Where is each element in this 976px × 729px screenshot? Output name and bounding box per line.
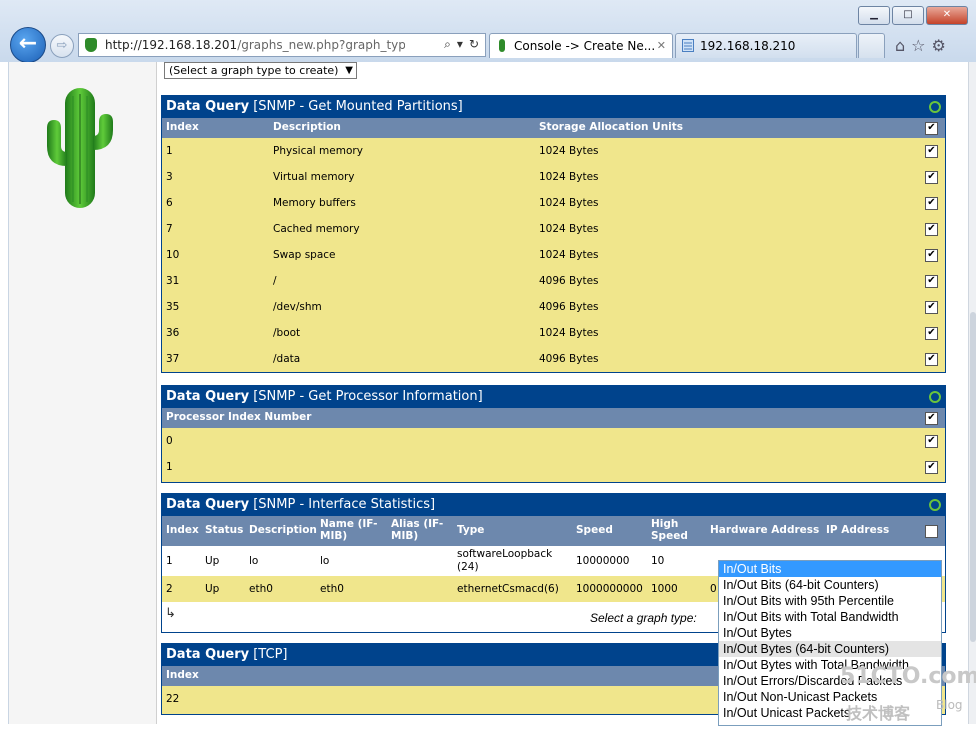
row-checkbox[interactable]: ✔	[925, 353, 938, 366]
section-processor-information: Data Query [SNMP - Get Processor Informa…	[161, 385, 946, 483]
table-row[interactable]: 1 ✔	[162, 454, 945, 480]
maximize-button[interactable]: □	[892, 6, 924, 25]
row-checkbox[interactable]: ✔	[925, 145, 938, 158]
column-header-row: Index Status Description Name (IF-MIB) A…	[162, 516, 945, 546]
refresh-icon[interactable]: ↻	[469, 37, 479, 52]
table-row[interactable]: 37/data 4096 Bytes ✔	[162, 346, 945, 372]
close-tab-icon[interactable]: ✕	[657, 34, 666, 58]
graph-type-option[interactable]: In/Out Bytes (64-bit Counters)	[719, 641, 941, 657]
cacti-logo-icon	[47, 88, 113, 208]
action-arrow-icon: ↳	[165, 606, 176, 621]
refresh-ring-icon[interactable]	[929, 391, 941, 403]
select-all-checkbox[interactable]	[925, 525, 938, 538]
section-header: Data Query [SNMP - Get Mounted Partition…	[162, 96, 945, 118]
page-tab-icon	[682, 39, 694, 52]
table-row[interactable]: 10 Swap space 1024 Bytes ✔	[162, 242, 945, 268]
row-checkbox[interactable]: ✔	[925, 435, 938, 448]
table-row[interactable]: 35/dev/shm 4096 Bytes ✔	[162, 294, 945, 320]
refresh-ring-icon[interactable]	[929, 499, 941, 511]
back-button[interactable]: ←	[10, 27, 46, 63]
cacti-favicon-icon	[85, 38, 97, 52]
section-header: Data Query [SNMP - Get Processor Informa…	[162, 386, 945, 408]
left-navigation-panel	[9, 62, 157, 724]
cacti-tab-icon	[499, 39, 505, 52]
refresh-ring-icon[interactable]	[929, 101, 941, 113]
section-header: Data Query [SNMP - Interface Statistics]	[162, 494, 945, 516]
address-url[interactable]: http://192.168.18.201/graphs_new.php?gra…	[105, 38, 405, 52]
tab-host-210[interactable]: 192.168.18.210	[675, 33, 857, 58]
select-all-checkbox[interactable]: ✔	[925, 412, 938, 425]
column-header-row: Processor Index Number ✔	[162, 408, 945, 428]
column-header-row: Index Description Storage Allocation Uni…	[162, 118, 945, 138]
row-checkbox[interactable]: ✔	[925, 461, 938, 474]
minimize-button[interactable]: ▁	[858, 6, 890, 25]
watermark-subtext: 技术博客	[846, 704, 911, 723]
row-checkbox[interactable]: ✔	[925, 197, 938, 210]
scrollbar-thumb[interactable]	[970, 312, 976, 642]
search-icon[interactable]: ⌕	[444, 37, 451, 52]
table-row[interactable]: 7 Cached memory 1024 Bytes ✔	[162, 216, 945, 242]
table-row[interactable]: 3 Virtual memory 1024 Bytes ✔	[162, 164, 945, 190]
row-checkbox[interactable]: ✔	[925, 171, 938, 184]
browser-chrome: ▁ □ ✕ ← ⇨ http://192.168.18.201/graphs_n…	[0, 0, 976, 63]
graph-type-option[interactable]: In/Out Bits with 95th Percentile	[719, 593, 941, 609]
new-tab-button[interactable]	[858, 33, 885, 58]
watermark-text: 51CTO.com	[840, 664, 976, 689]
section-mounted-partitions: Data Query [SNMP - Get Mounted Partition…	[161, 95, 946, 373]
table-row[interactable]: 31/4096 Bytes ✔	[162, 268, 945, 294]
table-row[interactable]: 6 Memory buffers 1024 Bytes ✔	[162, 190, 945, 216]
home-icon[interactable]: ⌂	[895, 36, 905, 55]
gear-icon[interactable]: ⚙	[932, 36, 946, 55]
dropdown-icon[interactable]: ▾	[457, 37, 463, 52]
graph-type-select-top[interactable]: (Select a graph type to create) ▼	[164, 62, 357, 79]
select-all-checkbox[interactable]: ✔	[925, 122, 938, 135]
favorites-star-icon[interactable]: ☆	[911, 36, 925, 55]
row-checkbox[interactable]: ✔	[925, 327, 938, 340]
window-controls: ▁ □ ✕	[858, 6, 968, 25]
vertical-scrollbar[interactable]	[968, 62, 976, 724]
forward-button[interactable]: ⇨	[50, 34, 74, 58]
close-window-button[interactable]: ✕	[926, 6, 968, 25]
address-bar[interactable]: http://192.168.18.201/graphs_new.php?gra…	[78, 33, 486, 57]
table-row[interactable]: 1 Physical memory 1024 Bytes ✔	[162, 138, 945, 164]
row-checkbox[interactable]: ✔	[925, 275, 938, 288]
row-checkbox[interactable]: ✔	[925, 223, 938, 236]
tab-console[interactable]: Console -> Create Ne... ✕	[489, 33, 673, 58]
table-row[interactable]: 0 ✔	[162, 428, 945, 454]
chevron-down-icon: ▼	[345, 65, 353, 76]
graph-type-option[interactable]: In/Out Bits with Total Bandwidth	[719, 609, 941, 625]
select-graph-type-label: Select a graph type:	[590, 611, 697, 625]
row-checkbox[interactable]: ✔	[925, 301, 938, 314]
graph-type-option[interactable]: In/Out Bits	[719, 561, 941, 577]
watermark-blog: Blog	[936, 698, 963, 712]
graph-type-option[interactable]: In/Out Bits (64-bit Counters)	[719, 577, 941, 593]
graph-type-option[interactable]: In/Out Bytes	[719, 625, 941, 641]
row-checkbox[interactable]: ✔	[925, 249, 938, 262]
table-row[interactable]: 36/boot 1024 Bytes ✔	[162, 320, 945, 346]
